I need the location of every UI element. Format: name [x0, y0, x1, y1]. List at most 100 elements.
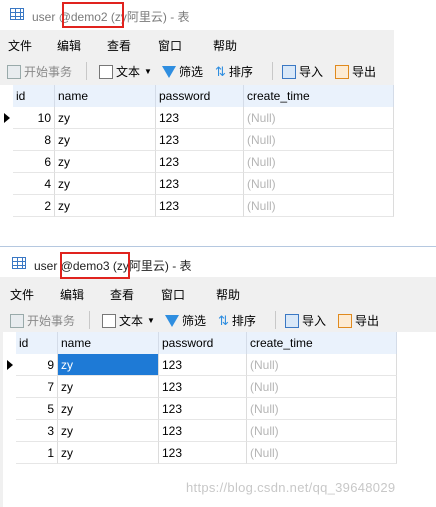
- filter-button[interactable]: 筛选: [162, 63, 203, 80]
- cell-id[interactable]: 2: [13, 195, 55, 217]
- transaction-icon: [7, 64, 21, 79]
- cell-id[interactable]: 5: [16, 398, 58, 420]
- begin-transaction-button[interactable]: 开始事务: [10, 312, 75, 329]
- cell-create-time[interactable]: (Null): [244, 129, 394, 151]
- cell-name-selected[interactable]: zy: [58, 354, 159, 376]
- column-header-create-time[interactable]: create_time: [247, 332, 397, 354]
- sort-icon: ⇅: [215, 63, 226, 79]
- cell-name[interactable]: zy: [55, 129, 156, 151]
- cell-name[interactable]: zy: [55, 195, 156, 217]
- chevron-down-icon: ▼: [144, 67, 152, 76]
- cell-password[interactable]: 123: [156, 151, 244, 173]
- cell-create-time[interactable]: (Null): [244, 173, 394, 195]
- data-grid: id name password create_time 10 zy 123 (…: [0, 85, 394, 244]
- row-header-corner: [3, 332, 16, 354]
- cell-name[interactable]: zy: [58, 420, 159, 442]
- sort-button[interactable]: ⇅ 排序: [218, 312, 256, 329]
- column-header-password[interactable]: password: [156, 85, 244, 107]
- cell-password[interactable]: 123: [159, 376, 247, 398]
- menu-file[interactable]: 文件: [8, 37, 32, 54]
- cell-password[interactable]: 123: [156, 107, 244, 129]
- sort-label: 排序: [231, 314, 256, 328]
- sort-button[interactable]: ⇅ 排序: [215, 63, 253, 80]
- cell-password[interactable]: 123: [159, 420, 247, 442]
- menu-edit[interactable]: 编辑: [57, 37, 81, 54]
- menu-view[interactable]: 查看: [110, 286, 134, 303]
- cell-password[interactable]: 123: [159, 442, 247, 464]
- cell-password[interactable]: 123: [156, 173, 244, 195]
- menu-help[interactable]: 帮助: [216, 286, 240, 303]
- column-header-password[interactable]: password: [159, 332, 247, 354]
- current-row-indicator-icon: [4, 113, 10, 123]
- menu-window[interactable]: 窗口: [158, 37, 182, 54]
- menu-view[interactable]: 查看: [107, 37, 131, 54]
- column-header-id[interactable]: id: [13, 85, 55, 107]
- column-header-create-time[interactable]: create_time: [244, 85, 394, 107]
- cell-name[interactable]: zy: [55, 151, 156, 173]
- cell-name[interactable]: zy: [55, 107, 156, 129]
- cell-id[interactable]: 7: [16, 376, 58, 398]
- document-icon: [102, 313, 116, 328]
- import-button[interactable]: 导入: [285, 312, 326, 329]
- cell-id[interactable]: 10: [13, 107, 55, 129]
- cell-name[interactable]: zy: [58, 442, 159, 464]
- menu-window[interactable]: 窗口: [161, 286, 185, 303]
- filter-label: 筛选: [179, 65, 204, 79]
- cell-id[interactable]: 1: [16, 442, 58, 464]
- cell-name[interactable]: zy: [58, 376, 159, 398]
- column-header-name[interactable]: name: [58, 332, 159, 354]
- cell-id[interactable]: 4: [13, 173, 55, 195]
- cell-create-time[interactable]: (Null): [247, 376, 397, 398]
- column-header-id[interactable]: id: [16, 332, 58, 354]
- menu-help[interactable]: 帮助: [213, 37, 237, 54]
- export-icon: [338, 313, 352, 328]
- filter-label: 筛选: [182, 314, 207, 328]
- cell-id[interactable]: 6: [13, 151, 55, 173]
- import-label: 导入: [299, 65, 324, 79]
- cell-create-time[interactable]: (Null): [247, 442, 397, 464]
- export-button[interactable]: 导出: [335, 63, 376, 80]
- transaction-icon: [10, 313, 24, 328]
- cell-id[interactable]: 9: [16, 354, 58, 376]
- cell-name[interactable]: zy: [55, 173, 156, 195]
- title-table-name: user: [34, 259, 61, 273]
- cell-id[interactable]: 3: [16, 420, 58, 442]
- import-button[interactable]: 导入: [282, 63, 323, 80]
- cell-password[interactable]: 123: [156, 129, 244, 151]
- table-window-demo3: user @demo3 (zy阿里云) - 表 文件 编辑 查看 窗口 帮助 开…: [0, 246, 436, 507]
- cell-password[interactable]: 123: [159, 354, 247, 376]
- cell-id[interactable]: 8: [13, 129, 55, 151]
- text-view-button[interactable]: 文本 ▼: [102, 312, 155, 329]
- filter-button[interactable]: 筛选: [165, 312, 206, 329]
- document-icon: [99, 64, 113, 79]
- begin-transaction-button[interactable]: 开始事务: [7, 63, 72, 80]
- funnel-icon: [165, 314, 179, 327]
- cell-create-time[interactable]: (Null): [244, 195, 394, 217]
- cell-create-time[interactable]: (Null): [247, 420, 397, 442]
- cell-name[interactable]: zy: [58, 398, 159, 420]
- cell-password[interactable]: 123: [156, 195, 244, 217]
- import-label: 导入: [302, 314, 327, 328]
- chevron-down-icon: ▼: [147, 316, 155, 325]
- export-button[interactable]: 导出: [338, 312, 379, 329]
- menu-bar: 文件 编辑 查看 窗口 帮助: [0, 33, 394, 55]
- cell-password[interactable]: 123: [159, 398, 247, 420]
- current-row-indicator-icon: [7, 360, 13, 370]
- text-view-button[interactable]: 文本 ▼: [99, 63, 152, 80]
- toolbar-separator: [86, 62, 87, 80]
- table-icon: [10, 8, 24, 20]
- sort-label: 排序: [228, 65, 253, 79]
- cell-create-time[interactable]: (Null): [247, 354, 397, 376]
- begin-transaction-label: 开始事务: [27, 314, 76, 328]
- cell-create-time[interactable]: (Null): [244, 151, 394, 173]
- export-label: 导出: [352, 65, 377, 79]
- import-icon: [285, 313, 299, 328]
- menu-edit[interactable]: 编辑: [60, 286, 84, 303]
- column-header-name[interactable]: name: [55, 85, 156, 107]
- sort-icon: ⇅: [218, 312, 229, 328]
- cell-create-time[interactable]: (Null): [247, 398, 397, 420]
- toolbar: 开始事务 文本 ▼ 筛选 ⇅ 排序 导入 导出: [0, 56, 394, 84]
- cell-create-time[interactable]: (Null): [244, 107, 394, 129]
- menu-file[interactable]: 文件: [10, 286, 34, 303]
- toolbar: 开始事务 文本 ▼ 筛选 ⇅ 排序 导入 导出: [0, 305, 436, 333]
